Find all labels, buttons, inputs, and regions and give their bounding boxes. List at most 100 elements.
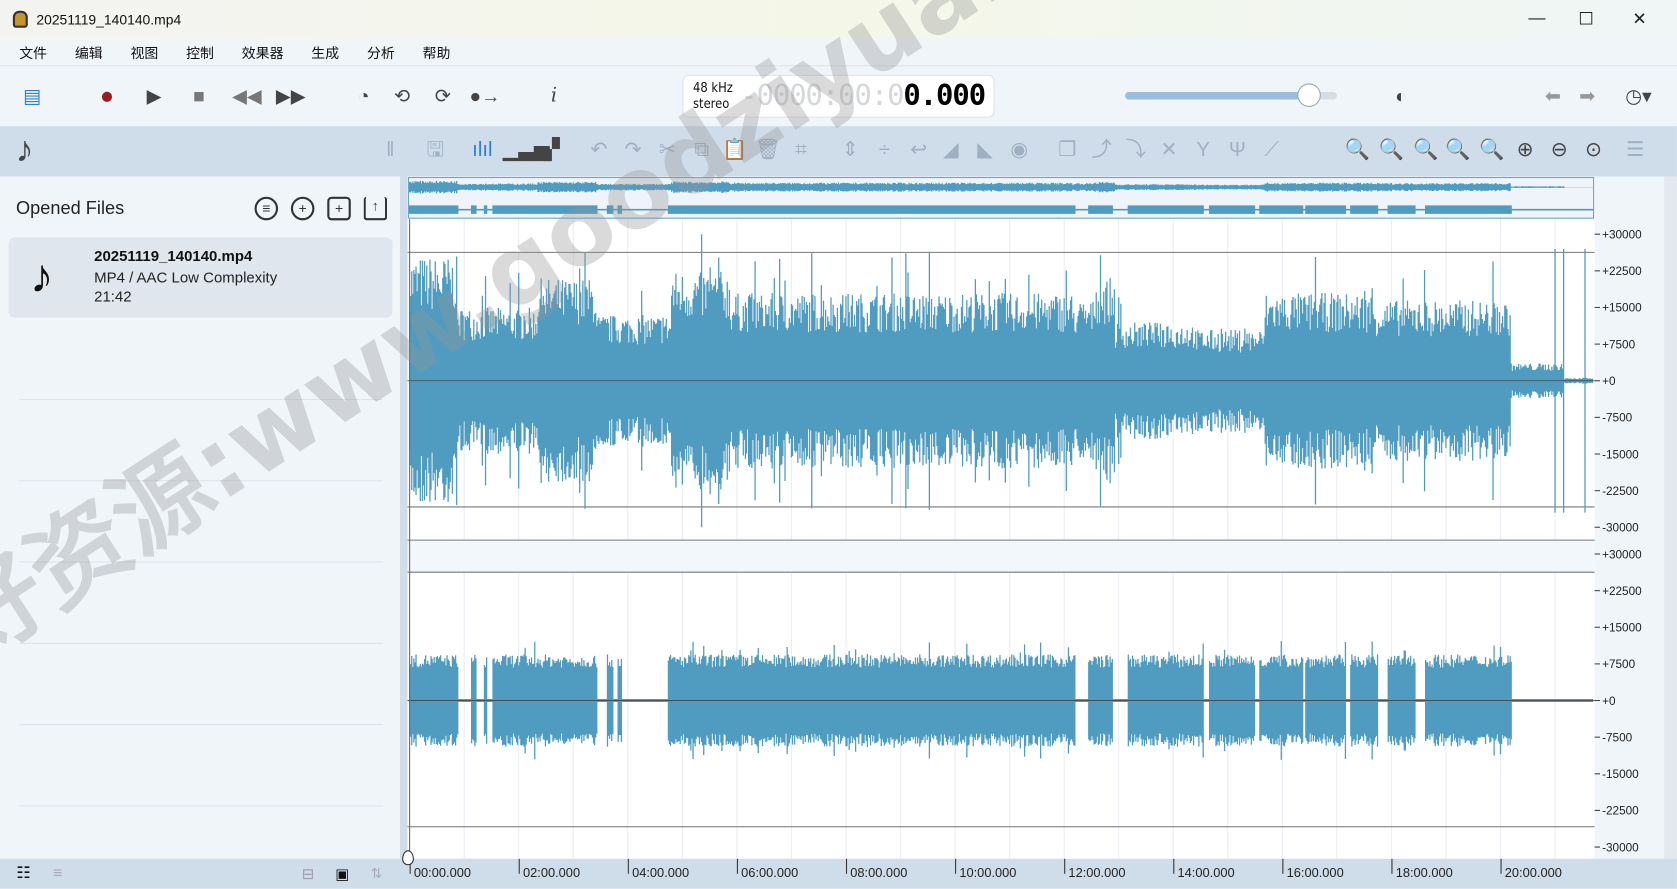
link-icon[interactable]: ⊟ xyxy=(295,861,321,887)
reverse-icon[interactable]: ↩ xyxy=(905,138,933,164)
curve-in-icon[interactable]: ⤴ xyxy=(1088,138,1116,164)
redo-icon[interactable]: ↷ xyxy=(619,138,647,164)
compact-list-icon[interactable]: ≡ xyxy=(45,861,71,887)
undo-icon[interactable]: ↶ xyxy=(585,138,613,164)
menu-effects[interactable]: 效果器 xyxy=(242,42,284,62)
channel-divider-area xyxy=(407,540,1595,573)
loop-icon[interactable]: ⟲ xyxy=(389,83,415,109)
panel-title: Opened Files xyxy=(16,197,125,219)
sample-rate: 48 kHz xyxy=(693,80,733,96)
normalize-icon[interactable]: ◉ xyxy=(1005,138,1033,164)
zoom-fit-icon[interactable]: 🔍 xyxy=(1412,138,1440,164)
vzoom-reset-icon[interactable]: ⊙ xyxy=(1580,138,1608,164)
play-button[interactable]: ▶ xyxy=(141,83,167,109)
y-tick-label: +22500 xyxy=(1602,585,1642,598)
zoom-out-icon[interactable]: 🔍 xyxy=(1378,138,1406,164)
paste-icon[interactable]: 📋 xyxy=(721,138,749,164)
add-file-icon[interactable]: + xyxy=(290,196,315,221)
back-arrow-icon[interactable]: ⬅ xyxy=(1540,83,1566,109)
volume-knob[interactable] xyxy=(1297,83,1322,107)
crop-icon[interactable]: ⌗ xyxy=(787,138,815,164)
sort-icon[interactable]: ⇅ xyxy=(364,861,390,887)
menu-view[interactable]: 视图 xyxy=(131,42,159,62)
file-name: 20251119_140140.mp4 xyxy=(94,247,253,265)
delete-icon[interactable]: 🗑 xyxy=(754,138,782,164)
duplicate-icon[interactable]: ❐ xyxy=(1053,138,1081,164)
filter-icon[interactable]: ≡ xyxy=(254,196,279,221)
y-tick-label: +0 xyxy=(1602,375,1616,388)
x-tick xyxy=(1500,858,1502,874)
history-icon[interactable]: ◷▾ xyxy=(1619,83,1658,109)
y-tick-label: +22500 xyxy=(1602,265,1642,278)
x-tick-label: 16:00.000 xyxy=(1286,865,1344,881)
maximize-button[interactable]: ☐ xyxy=(1561,0,1610,39)
y-tick-label: -7500 xyxy=(1602,412,1633,425)
overview-waveform-right xyxy=(408,205,1594,214)
audio-file-icon: ♪ xyxy=(29,250,54,303)
cut-icon[interactable]: ✂ xyxy=(653,138,681,164)
volume-slider[interactable] xyxy=(1125,83,1337,107)
vzoom-in-icon[interactable]: ⊕ xyxy=(1511,138,1539,164)
x-tick xyxy=(518,858,520,874)
app-icon xyxy=(12,10,28,28)
menu-edit[interactable]: 编辑 xyxy=(75,42,103,62)
export-icon[interactable]: ↑ xyxy=(363,196,388,221)
crossfade-icon[interactable]: ✕ xyxy=(1155,138,1183,164)
x-tick-label: 08:00.000 xyxy=(850,865,908,881)
waveform-view-icon[interactable]: ılıl xyxy=(468,138,496,164)
vertical-scrollbar xyxy=(1664,176,1677,859)
menu-generate[interactable]: 生成 xyxy=(311,42,339,62)
vzoom-out-icon[interactable]: ⊖ xyxy=(1545,138,1573,164)
minimize-button[interactable]: — xyxy=(1512,0,1561,39)
sidebar-toggle-icon[interactable]: ▤ xyxy=(19,83,45,109)
playhead-handle[interactable] xyxy=(402,850,414,866)
fade-in-icon[interactable]: ◢ xyxy=(937,138,965,164)
record-button[interactable]: ● xyxy=(94,83,120,109)
curve-out-icon[interactable]: ⤵ xyxy=(1122,138,1150,164)
close-button[interactable]: ✕ xyxy=(1615,0,1664,39)
spectrogram-off-icon[interactable]: ▞ xyxy=(538,138,566,164)
image-icon[interactable]: ▣ xyxy=(329,861,355,887)
waveform-view[interactable]: +30000 +22500 +15000 +7500 +0 -7500 -15000 -225… xyxy=(407,176,1677,859)
forward-arrow-icon[interactable]: ➡ xyxy=(1574,83,1600,109)
follow-playhead-icon[interactable]: ●→ xyxy=(470,83,501,109)
menu-bar: 文件 编辑 视图 控制 效果器 生成 分析 帮助 xyxy=(0,39,1677,67)
list-view-icon[interactable]: ☷ xyxy=(11,861,37,887)
save-icon[interactable]: 🖫 xyxy=(421,138,449,164)
x-tick xyxy=(1391,858,1393,874)
meter-icon[interactable]: ☰ xyxy=(1621,138,1649,164)
monitor-icon[interactable]: ◐ xyxy=(1388,83,1414,109)
loop-record-icon[interactable]: ⟳ xyxy=(430,83,456,109)
rewind-button[interactable]: ◀◀ xyxy=(232,83,262,109)
menu-help[interactable]: 帮助 xyxy=(423,42,451,62)
slope-icon[interactable]: ⟋ xyxy=(1258,138,1286,164)
y-tick-label: +15000 xyxy=(1602,622,1642,635)
duplicate-file-icon[interactable]: + xyxy=(327,196,351,221)
shrink-icon[interactable]: ÷ xyxy=(871,138,899,164)
y-tick-label: -22500 xyxy=(1602,485,1639,498)
merge-down-icon[interactable]: Ψ xyxy=(1224,138,1252,164)
fade-out-icon[interactable]: ◣ xyxy=(971,138,999,164)
time-dim-digits: -0000:00:0 xyxy=(740,79,904,113)
merge-icon[interactable]: Y xyxy=(1189,138,1217,164)
edit-toolbar: ♪ ‖ 🖫 ılıl ▁▃▅ ▞ ↶ ↷ ✂ ⧉ 📋 🗑 ⌗ ⇕ ÷ ↩ ◢ ◣… xyxy=(0,126,1677,177)
zoom-back-icon[interactable]: 🔍 xyxy=(1478,138,1506,164)
expand-icon[interactable]: ⇕ xyxy=(836,138,864,164)
copy-icon[interactable]: ⧉ xyxy=(688,138,716,164)
y-tick-label: +7500 xyxy=(1602,658,1635,671)
speed-icon[interactable]: ◔ xyxy=(351,83,377,109)
x-tick xyxy=(955,858,957,874)
info-icon[interactable]: i xyxy=(541,83,567,109)
menu-file[interactable]: 文件 xyxy=(19,42,47,62)
fast-forward-button[interactable]: ▶▶ xyxy=(276,83,306,109)
divider xyxy=(19,724,383,726)
zoom-selection-icon[interactable]: 🔍 xyxy=(1444,138,1472,164)
divider xyxy=(19,398,383,400)
zoom-in-icon[interactable]: 🔍 xyxy=(1343,138,1371,164)
file-list-item[interactable]: ♪ 20251119_140140.mp4 MP4 / AAC Low Comp… xyxy=(8,237,393,318)
stop-button[interactable]: ■ xyxy=(186,83,212,109)
x-tick-label: 18:00.000 xyxy=(1395,865,1453,881)
spectrum-view-icon[interactable]: ▁▃▅ xyxy=(503,138,550,164)
menu-analyze[interactable]: 分析 xyxy=(367,42,395,62)
menu-control[interactable]: 控制 xyxy=(186,42,214,62)
